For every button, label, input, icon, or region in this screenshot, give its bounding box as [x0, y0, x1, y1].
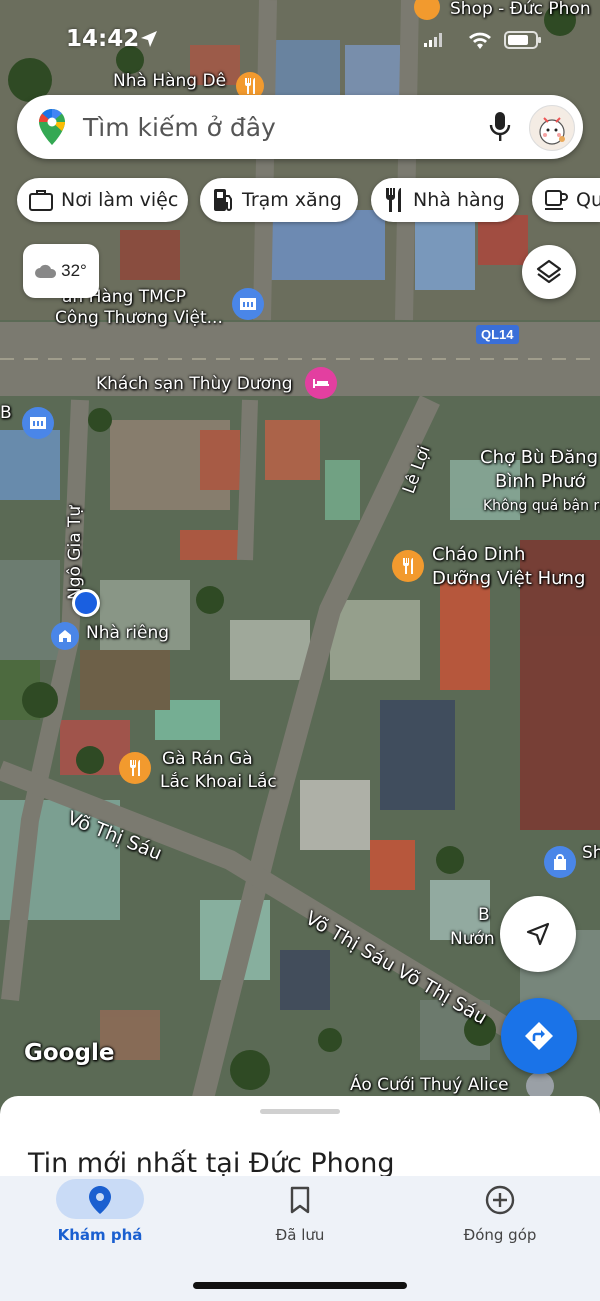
chip-gas-station[interactable]: Trạm xăng: [200, 178, 358, 222]
current-location-dot: [72, 589, 100, 617]
poi-status: Không quá bận rộ: [483, 498, 600, 514]
status-bar: 14:42: [0, 24, 600, 58]
chip-label: Trạm xăng: [242, 189, 342, 211]
nav-label: Đã lưu: [275, 1226, 325, 1244]
search-input[interactable]: Tìm kiếm ở đây: [83, 113, 276, 142]
poi-label: B: [0, 403, 12, 423]
nav-label: Đóng góp: [463, 1226, 537, 1244]
street-label: Ngô Gia Tự: [65, 505, 85, 600]
poi-label: Nhà riêng: [86, 623, 170, 643]
cellular-signal-icon: [424, 33, 442, 47]
layers-button[interactable]: [522, 245, 576, 299]
hotel-pin-icon[interactable]: [305, 367, 337, 399]
navigation-arrow-icon: [526, 922, 550, 946]
directions-button[interactable]: [501, 998, 577, 1074]
sheet-drag-handle[interactable]: [260, 1109, 340, 1114]
location-pin-icon: [89, 1186, 111, 1214]
chip-label: Nhà hàng: [413, 189, 505, 211]
status-time: 14:42: [66, 26, 140, 52]
bank-pin-icon[interactable]: [232, 288, 264, 320]
poi-label: Gà Rán Gà: [162, 749, 253, 769]
poi-label: Dưỡng Việt Hưng: [432, 568, 586, 589]
plus-circle-icon: [485, 1185, 515, 1215]
weather-widget[interactable]: 32°: [23, 244, 99, 298]
home-pin-icon[interactable]: [51, 622, 79, 650]
wifi-icon: [469, 32, 491, 49]
chip-restaurant[interactable]: Nhà hàng: [371, 178, 519, 222]
layers-icon: [536, 259, 562, 284]
restaurant-pin-icon[interactable]: [119, 752, 151, 784]
cloud-icon: [35, 264, 57, 278]
poi-label: Công Thương Việt...: [55, 308, 223, 328]
chip-label: Nơi làm việc: [61, 189, 179, 211]
chip-label: Qu: [576, 189, 600, 211]
poi-label: Shop - Đức Phon: [450, 0, 591, 19]
nav-contribute[interactable]: Đóng góp: [400, 1176, 600, 1266]
weather-temp: 32°: [61, 261, 87, 280]
bank-pin-icon[interactable]: [22, 407, 54, 439]
briefcase-icon: [29, 190, 53, 211]
location-arrow-icon: [141, 31, 157, 47]
poi-label: Áo Cưới Thuý Alice: [350, 1075, 509, 1095]
nav-label: Khám phá: [57, 1226, 143, 1244]
restaurant-icon: [386, 188, 401, 212]
poi-label: B: [478, 905, 490, 925]
poi-label: Bình Phướ: [495, 471, 586, 492]
google-maps-logo-icon: [39, 109, 65, 145]
nav-saved[interactable]: Đã lưu: [200, 1176, 400, 1266]
battery-icon: [504, 31, 541, 49]
poi-label: Nhà Hàng Dê: [113, 71, 227, 91]
google-logo: Google: [24, 1040, 115, 1066]
poi-label: Chợ Bù Đăng: [480, 447, 599, 468]
nav-explore[interactable]: Khám phá: [0, 1176, 200, 1266]
shopping-pin-icon[interactable]: [544, 846, 576, 878]
poi-label: Lắc Khoai Lắc: [160, 772, 277, 792]
coffee-icon: [545, 190, 568, 210]
poi-label: Nướn: [450, 929, 495, 949]
chip-workplace[interactable]: Nơi làm việc: [17, 178, 188, 222]
sheet-title: Tin mới nhất tại Đức Phong: [28, 1148, 395, 1179]
poi-label: Cháo Dinh: [432, 544, 526, 565]
bookmark-icon: [290, 1186, 310, 1214]
gas-station-icon: [214, 189, 232, 211]
avatar[interactable]: [529, 105, 575, 151]
chip-coffee[interactable]: Qu: [532, 178, 600, 222]
microphone-icon[interactable]: [489, 112, 511, 142]
restaurant-pin-icon[interactable]: [392, 550, 424, 582]
directions-icon: [525, 1022, 553, 1050]
route-badge: QL14: [476, 325, 519, 344]
search-bar[interactable]: Tìm kiếm ở đây: [17, 95, 583, 159]
home-indicator[interactable]: [193, 1282, 407, 1289]
poi-label: Khách sạn Thùy Dương: [96, 374, 293, 394]
poi-label: Sh: [582, 843, 600, 863]
my-location-button[interactable]: [500, 896, 576, 972]
